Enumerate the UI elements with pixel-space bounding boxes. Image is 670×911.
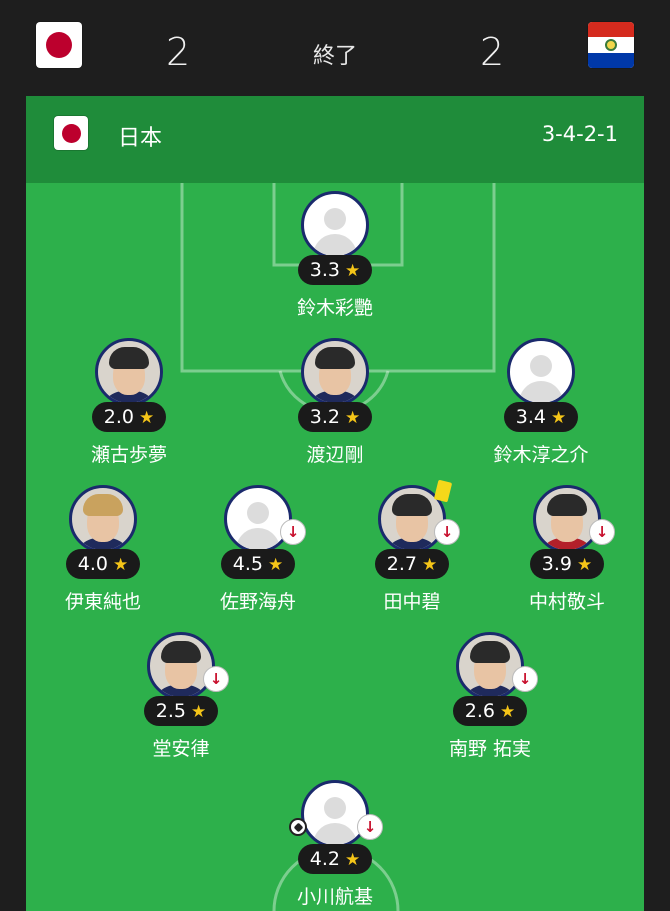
player-rating: 3.4 ★ bbox=[503, 402, 579, 432]
player-card[interactable]: ↓ 4.5 ★ 佐野海舟 bbox=[178, 485, 338, 614]
player-card[interactable]: 3.2 ★ 渡辺剛 bbox=[255, 338, 415, 467]
player-photo bbox=[147, 632, 215, 700]
substitution-out-icon: ↓ bbox=[589, 519, 615, 545]
rating-value: 3.4 bbox=[515, 406, 546, 428]
player-card[interactable]: ↓ 2.5 ★ 堂安律 bbox=[101, 632, 261, 761]
player-photo bbox=[456, 632, 524, 700]
star-icon: ★ bbox=[344, 850, 361, 870]
rating-value: 3.3 bbox=[309, 259, 340, 281]
away-score: 2 bbox=[480, 30, 505, 74]
player-rating: 3.9 ★ bbox=[529, 549, 605, 579]
player-card[interactable]: 4.0 ★ 伊東純也 bbox=[26, 485, 183, 614]
player-avatar-wrap: ↓ bbox=[178, 485, 338, 555]
star-icon: ★ bbox=[190, 702, 207, 722]
player-card[interactable]: 3.4 ★ 鈴木淳之介 bbox=[461, 338, 621, 467]
player-avatar-wrap: ↓ bbox=[101, 632, 261, 702]
player-photo bbox=[69, 485, 137, 553]
player-name: 渡辺剛 bbox=[306, 444, 364, 466]
substitution-out-icon: ↓ bbox=[203, 666, 229, 692]
rating-value: 3.9 bbox=[541, 553, 572, 575]
player-card[interactable]: ↓ 3.9 ★ 中村敬斗 bbox=[487, 485, 644, 614]
match-header: 2 終了 2 bbox=[0, 0, 670, 96]
formation-label: 3-4-2-1 bbox=[541, 122, 618, 146]
player-name: 小川航基 bbox=[296, 886, 373, 908]
player-placeholder-icon bbox=[224, 485, 292, 553]
player-name: 南野 拓実 bbox=[448, 738, 532, 760]
lineup-panel: 日本 3-4-2-1 3.3 ★ 鈴木彩艷 2.0 ★ 瀬古歩夢 3.2 ★ 渡辺剛 3.4 ★ 鈴木… bbox=[26, 96, 644, 911]
team-name: 日本 bbox=[118, 126, 163, 151]
player-name: 鈴木淳之介 bbox=[493, 444, 589, 466]
player-placeholder-icon bbox=[301, 780, 369, 848]
rating-value: 2.7 bbox=[386, 553, 417, 575]
rating-value: 2.6 bbox=[464, 700, 495, 722]
player-card[interactable]: ↓ 2.6 ★ 南野 拓実 bbox=[410, 632, 570, 761]
player-card[interactable]: ↓ 4.2 ★ 小川航基 bbox=[255, 780, 415, 909]
match-status: 終了 bbox=[312, 44, 357, 69]
star-icon: ★ bbox=[499, 702, 516, 722]
star-icon: ★ bbox=[138, 408, 155, 428]
player-rating: 3.3 ★ bbox=[297, 255, 373, 285]
substitution-out-icon: ↓ bbox=[357, 814, 383, 840]
player-avatar-wrap bbox=[49, 338, 209, 408]
player-avatar-wrap: ↓ bbox=[487, 485, 644, 555]
player-rating: 2.0 ★ bbox=[91, 402, 167, 432]
rating-value: 4.0 bbox=[77, 553, 108, 575]
player-card[interactable]: ↓ 2.7 ★ 田中碧 bbox=[332, 479, 492, 614]
player-name: 佐野海舟 bbox=[219, 591, 296, 613]
player-name: 伊東純也 bbox=[64, 591, 141, 613]
player-rating: 4.0 ★ bbox=[65, 549, 141, 579]
player-rating: 2.7 ★ bbox=[374, 549, 450, 579]
player-avatar-wrap: ↓ bbox=[332, 479, 492, 555]
substitution-out-icon: ↓ bbox=[280, 519, 306, 545]
star-icon: ★ bbox=[344, 261, 361, 281]
rating-value: 2.0 bbox=[103, 406, 134, 428]
star-icon: ★ bbox=[112, 555, 129, 575]
substitution-out-icon: ↓ bbox=[434, 519, 460, 545]
player-name: 田中碧 bbox=[383, 591, 441, 613]
rating-value: 4.5 bbox=[232, 553, 263, 575]
rating-value: 4.2 bbox=[309, 848, 340, 870]
star-icon: ★ bbox=[267, 555, 284, 575]
player-avatar-wrap: ↓ bbox=[410, 632, 570, 702]
goal-ball-icon bbox=[289, 818, 307, 836]
yellow-card-icon bbox=[433, 479, 453, 503]
player-avatar-wrap bbox=[255, 191, 415, 261]
player-name: 瀬古歩夢 bbox=[90, 444, 167, 466]
star-icon: ★ bbox=[576, 555, 593, 575]
rating-value: 2.5 bbox=[155, 700, 186, 722]
player-name: 中村敬斗 bbox=[528, 591, 605, 613]
rating-value: 3.2 bbox=[309, 406, 340, 428]
player-card[interactable]: 2.0 ★ 瀬古歩夢 bbox=[49, 338, 209, 467]
player-avatar-wrap: ↓ bbox=[255, 780, 415, 850]
player-rating: 3.2 ★ bbox=[297, 402, 373, 432]
player-rating: 4.2 ★ bbox=[297, 844, 373, 874]
substitution-out-icon: ↓ bbox=[512, 666, 538, 692]
player-name: 鈴木彩艷 bbox=[296, 297, 373, 319]
player-avatar-wrap bbox=[26, 485, 183, 555]
star-icon: ★ bbox=[344, 408, 361, 428]
star-icon: ★ bbox=[421, 555, 438, 575]
player-avatar-wrap bbox=[255, 338, 415, 408]
paraguay-flag-icon[interactable] bbox=[588, 22, 634, 68]
player-name: 堂安律 bbox=[152, 738, 210, 760]
player-photo bbox=[301, 338, 369, 406]
player-rating: 2.5 ★ bbox=[143, 696, 219, 726]
player-placeholder-icon bbox=[507, 338, 575, 406]
player-photo bbox=[95, 338, 163, 406]
team-header: 日本 3-4-2-1 bbox=[26, 96, 644, 183]
star-icon: ★ bbox=[550, 408, 567, 428]
player-placeholder-icon bbox=[301, 191, 369, 259]
player-rating: 4.5 ★ bbox=[220, 549, 296, 579]
player-avatar-wrap bbox=[461, 338, 621, 408]
player-photo bbox=[533, 485, 601, 553]
player-card[interactable]: 3.3 ★ 鈴木彩艷 bbox=[255, 191, 415, 320]
player-rating: 2.6 ★ bbox=[452, 696, 528, 726]
team-flag-icon bbox=[54, 116, 88, 150]
